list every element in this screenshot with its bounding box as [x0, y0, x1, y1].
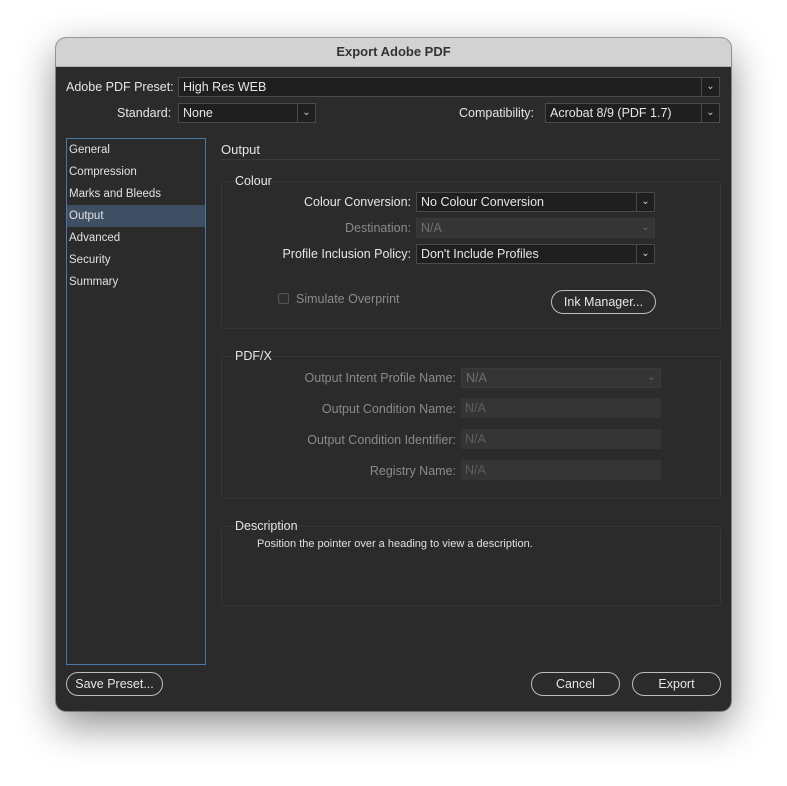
profile-inclusion-value: Don't Include Profiles [421, 247, 539, 261]
registry-name-label: Registry Name: [369, 464, 456, 478]
pdfx-group-title: PDF/X [235, 349, 272, 363]
page-title: Output [221, 142, 261, 157]
ink-manager-button[interactable]: Ink Manager... [551, 290, 656, 314]
profile-inclusion-select[interactable]: Don't Include Profiles ⌄ [416, 244, 655, 264]
profile-inclusion-label: Profile Inclusion Policy: [282, 247, 411, 261]
compatibility-select[interactable]: Acrobat 8/9 (PDF 1.7) ⌄ [545, 103, 720, 123]
colour-conversion-label: Colour Conversion: [304, 195, 411, 209]
preset-label: Adobe PDF Preset: [66, 80, 174, 94]
export-button[interactable]: Export [632, 672, 721, 696]
registry-name-field: N/A [461, 460, 661, 480]
destination-label: Destination: [344, 221, 411, 235]
sidebar-item-advanced[interactable]: Advanced [67, 227, 205, 249]
colour-conversion-select[interactable]: No Colour Conversion ⌄ [416, 192, 655, 212]
output-condition-identifier-label: Output Condition Identifier: [307, 433, 456, 447]
compatibility-value: Acrobat 8/9 (PDF 1.7) [550, 106, 672, 120]
description-group-title: Description [235, 519, 298, 533]
sidebar-item-security[interactable]: Security [67, 249, 205, 271]
output-intent-value: N/A [466, 371, 487, 385]
output-condition-name-label: Output Condition Name: [321, 402, 456, 416]
colour-group-title: Colour [235, 174, 272, 188]
window-title: Export Adobe PDF [56, 38, 731, 67]
output-condition-name-field: N/A [461, 398, 661, 418]
description-text: Position the pointer over a heading to v… [257, 538, 533, 550]
sidebar-item-summary[interactable]: Summary [67, 271, 205, 293]
simulate-overprint-label: Simulate Overprint [296, 292, 400, 306]
chevron-down-icon: ⌄ [647, 372, 656, 383]
simulate-overprint-checkbox [278, 293, 289, 304]
standard-label: Standard: [117, 106, 172, 120]
sidebar-item-general[interactable]: General [67, 139, 205, 161]
chevron-down-icon: ⌄ [641, 222, 650, 233]
sidebar-item-marks-and-bleeds[interactable]: Marks and Bleeds [67, 183, 205, 205]
preset-select[interactable]: High Res WEB ⌄ [178, 77, 720, 97]
colour-conversion-value: No Colour Conversion [421, 195, 544, 209]
save-preset-button[interactable]: Save Preset... [66, 672, 163, 696]
output-intent-select: N/A ⌄ [461, 368, 661, 388]
chevron-down-icon: ⌄ [701, 104, 719, 122]
chevron-down-icon: ⌄ [636, 245, 654, 263]
compatibility-label: Compatibility: [459, 106, 535, 120]
standard-value: None [183, 106, 213, 120]
sidebar-item-output[interactable]: Output [67, 205, 205, 227]
cancel-button[interactable]: Cancel [531, 672, 620, 696]
output-intent-label: Output Intent Profile Name: [304, 371, 456, 385]
output-condition-identifier-field: N/A [461, 429, 661, 449]
sidebar: General Compression Marks and Bleeds Out… [66, 138, 206, 665]
heading-divider [221, 159, 721, 160]
sidebar-item-compression[interactable]: Compression [67, 161, 205, 183]
chevron-down-icon: ⌄ [297, 104, 315, 122]
destination-select: N/A ⌄ [416, 218, 655, 238]
chevron-down-icon: ⌄ [701, 78, 719, 96]
destination-value: N/A [421, 221, 442, 235]
export-pdf-dialog: Export Adobe PDF Adobe PDF Preset: High … [56, 38, 731, 711]
preset-value: High Res WEB [183, 80, 267, 94]
chevron-down-icon: ⌄ [636, 193, 654, 211]
standard-select[interactable]: None ⌄ [178, 103, 316, 123]
